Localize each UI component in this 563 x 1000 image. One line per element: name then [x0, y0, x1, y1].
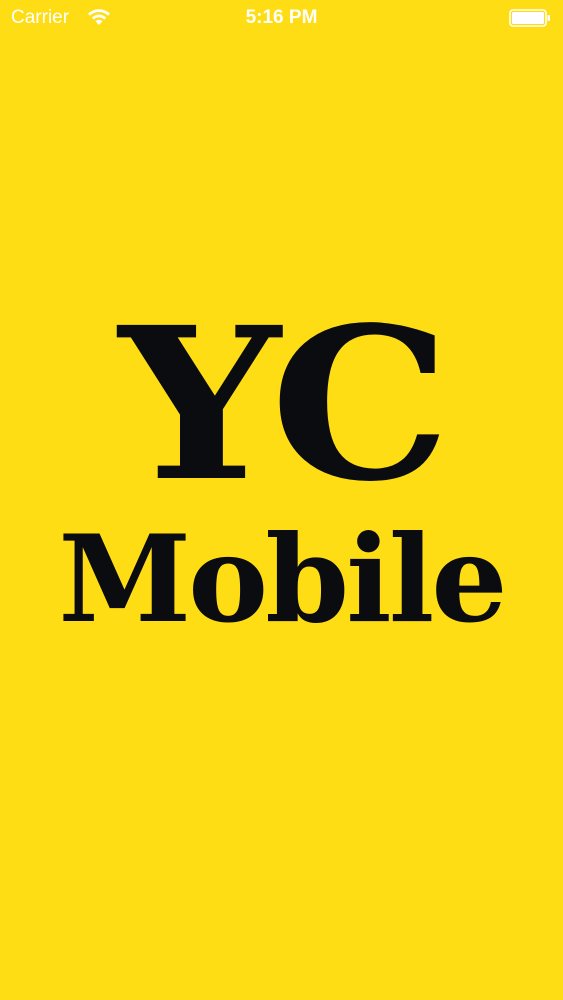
logo-text-yc: YC	[118, 281, 451, 528]
logo-text-mobile: Mobile	[58, 509, 507, 650]
splash-logo: YC Mobile	[0, 300, 563, 640]
status-bar: Carrier 5:16 PM	[0, 0, 563, 40]
battery-icon	[509, 9, 550, 27]
status-time: 5:16 PM	[245, 7, 318, 28]
